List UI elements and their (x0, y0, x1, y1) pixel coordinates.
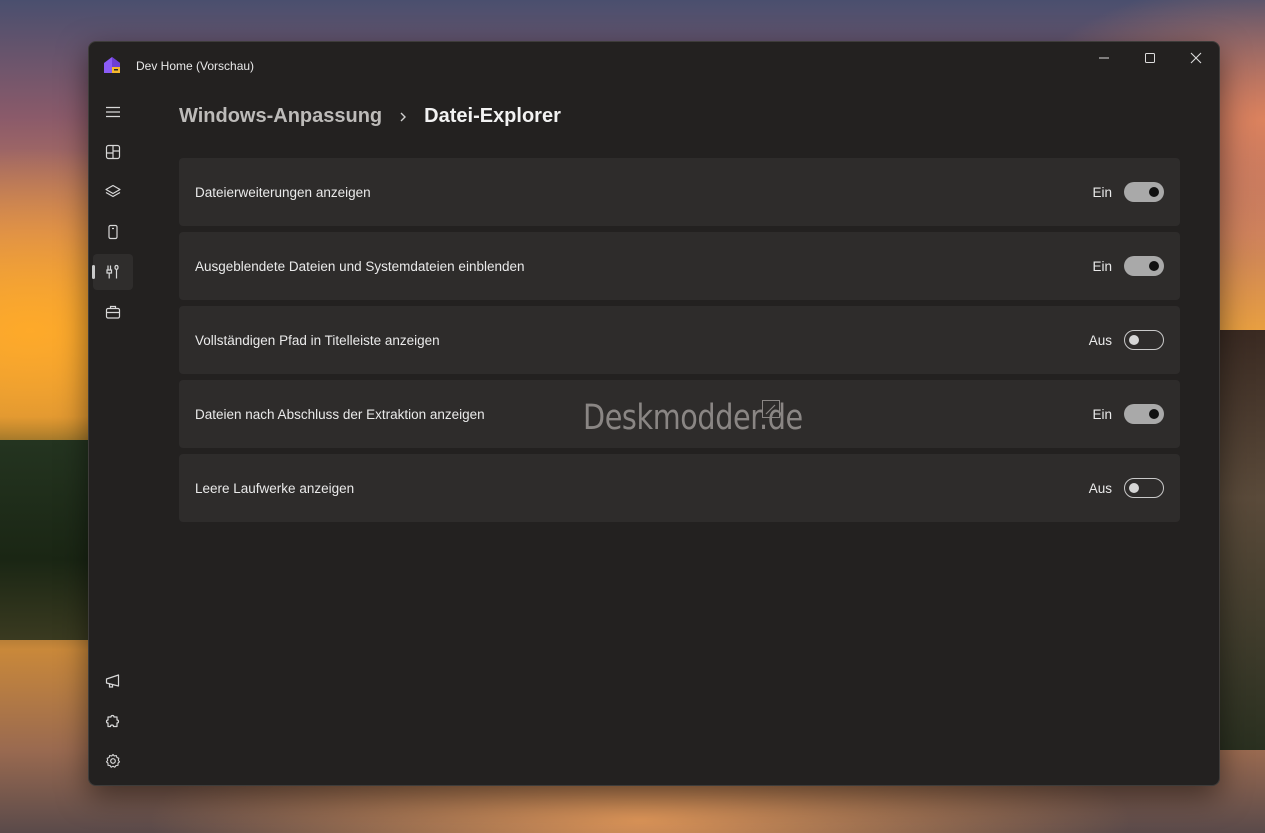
nav-item-utilities[interactable] (93, 294, 133, 330)
nav-item-dashboard[interactable] (93, 134, 133, 170)
breadcrumb-parent-link[interactable]: Windows-Anpassung (179, 105, 382, 128)
nav-item-layers[interactable] (93, 174, 133, 210)
minimize-button[interactable] (1081, 42, 1127, 74)
briefcase-icon (105, 305, 121, 319)
setting-label: Dateien nach Abschluss der Extraktion an… (195, 407, 485, 422)
toggle-switch[interactable] (1124, 330, 1164, 350)
setting-file-extensions: Dateierweiterungen anzeigen Ein (179, 158, 1180, 226)
wallpaper-rock (1217, 330, 1265, 750)
setting-label: Ausgeblendete Dateien und Systemdateien … (195, 259, 525, 274)
menu-icon (106, 106, 120, 118)
dev-home-app-icon (103, 56, 121, 74)
setting-label: Dateierweiterungen anzeigen (195, 185, 371, 200)
pen-icon (762, 400, 780, 418)
page-title: Datei-Explorer (424, 105, 561, 127)
toggle-knob (1149, 409, 1159, 419)
toggle-state-label: Aus (1088, 333, 1112, 348)
chevron-right-icon (398, 112, 408, 122)
nav-extensions-button[interactable] (93, 703, 133, 739)
dashboard-icon (105, 144, 121, 160)
nav-item-device[interactable] (93, 214, 133, 250)
title-bar[interactable]: Dev Home (Vorschau) (89, 42, 1219, 88)
close-button[interactable] (1173, 42, 1219, 74)
nav-feedback-button[interactable] (93, 663, 133, 699)
toggle-switch[interactable] (1124, 182, 1164, 202)
tools-icon (106, 264, 119, 279)
toggle-state-label: Ein (1092, 407, 1112, 422)
toggle-switch[interactable] (1124, 478, 1164, 498)
toggle-state-label: Aus (1088, 481, 1112, 496)
close-icon (1190, 52, 1202, 64)
toggle-state-label: Ein (1092, 259, 1112, 274)
wallpaper-forest (0, 440, 90, 640)
maximize-icon (1145, 53, 1155, 63)
window-title: Dev Home (Vorschau) (136, 59, 255, 73)
nav-settings-button[interactable] (93, 743, 133, 779)
toggle-knob (1129, 483, 1139, 493)
toggle-knob (1149, 261, 1159, 271)
setting-label: Vollständigen Pfad in Titelleiste anzeig… (195, 333, 440, 348)
toggle-knob (1149, 187, 1159, 197)
navigation-rail (89, 94, 137, 785)
setting-full-path-titlebar: Vollständigen Pfad in Titelleiste anzeig… (179, 306, 1180, 374)
nav-menu-button[interactable] (93, 94, 133, 130)
setting-label: Leere Laufwerke anzeigen (195, 481, 355, 496)
toggle-switch[interactable] (1124, 404, 1164, 424)
settings-list: Dateierweiterungen anzeigen Ein Ausgeble… (179, 158, 1180, 528)
toggle-state-label: Ein (1092, 185, 1112, 200)
megaphone-icon (105, 674, 120, 688)
selection-indicator (92, 265, 95, 279)
device-icon (108, 224, 118, 240)
toggle-knob (1129, 335, 1139, 345)
nav-item-windows-customization[interactable] (92, 254, 133, 290)
minimize-icon (1099, 57, 1109, 59)
dev-home-window: Dev Home (Vorschau) Windows-Anpassung Da… (88, 41, 1220, 786)
maximize-button[interactable] (1127, 42, 1173, 74)
setting-empty-drives: Leere Laufwerke anzeigen Aus (179, 454, 1180, 522)
setting-hidden-system-files: Ausgeblendete Dateien und Systemdateien … (179, 232, 1180, 300)
breadcrumb: Windows-Anpassung Datei-Explorer (179, 105, 561, 128)
layers-icon (105, 184, 121, 198)
extensions-icon (105, 714, 120, 728)
settings-gear-icon (105, 753, 121, 768)
toggle-switch[interactable] (1124, 256, 1164, 276)
